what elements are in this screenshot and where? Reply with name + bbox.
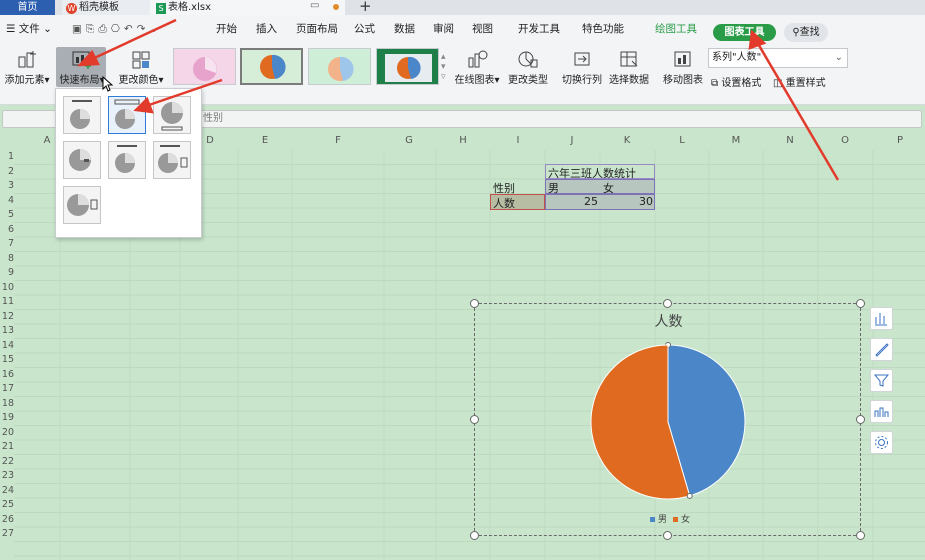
- annotation-arrow-3: [755, 41, 840, 181]
- annotation-arrows: [76, 18, 840, 181]
- annotation-arrowhead-3: [748, 29, 767, 50]
- annotation-arrowhead-2: [133, 96, 154, 114]
- mouse-cursor-icon: [102, 76, 114, 92]
- annotation-arrow-1: [89, 18, 177, 62]
- annotation-arrow-2: [145, 78, 223, 108]
- annotation-arrowhead-1: [76, 49, 100, 67]
